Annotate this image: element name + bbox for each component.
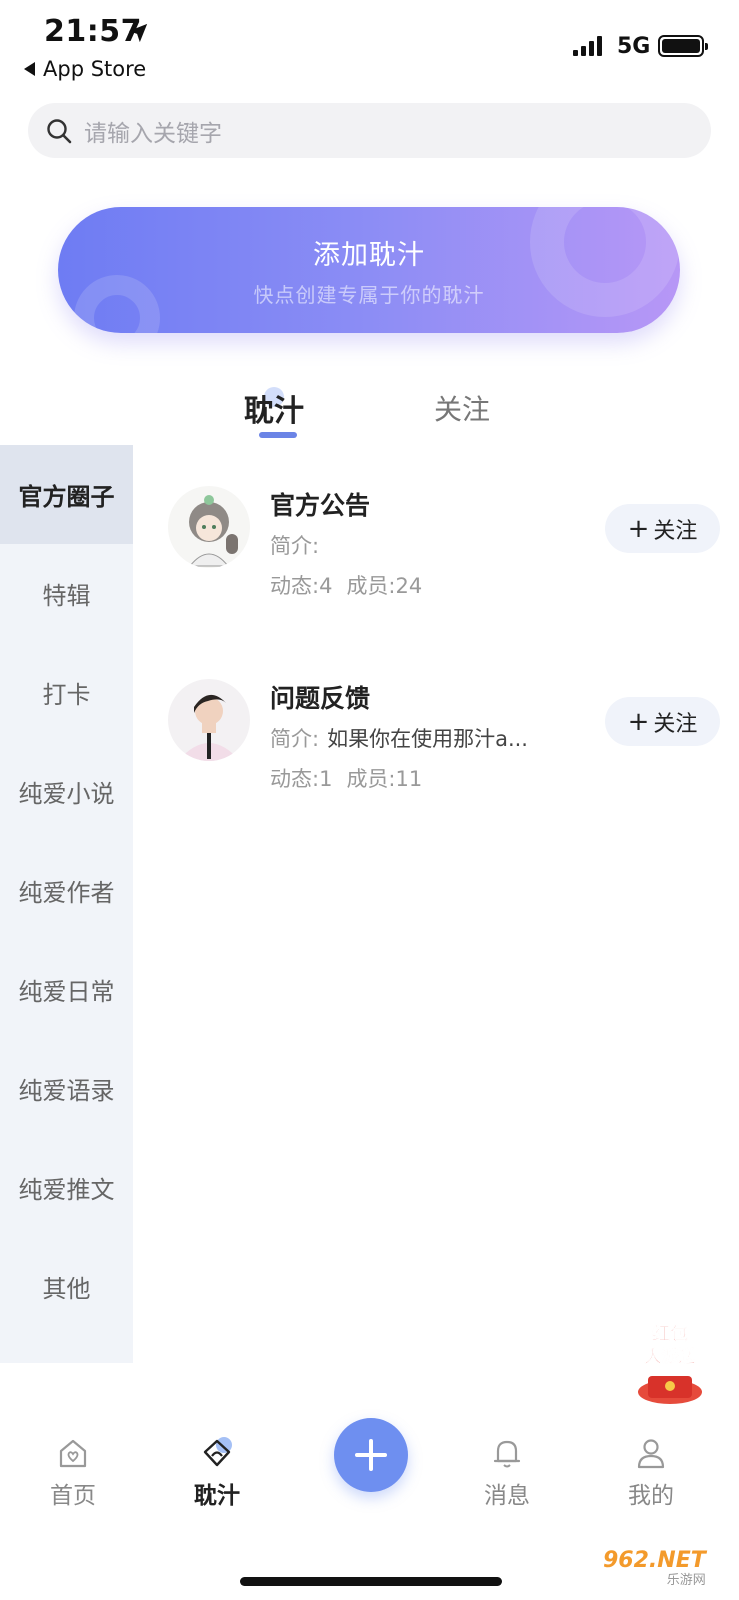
nav-profile-label: 我的 <box>628 1483 674 1509</box>
follow-label: 关注 <box>653 711 698 737</box>
follow-button[interactable]: + 关注 <box>605 697 720 746</box>
add-circle-banner[interactable]: 添加耽汁 快点创建专属于你的耽汁 <box>58 207 680 333</box>
red-packet-line2: 大派送 <box>645 1346 697 1367</box>
nav-home[interactable]: 首页 <box>28 1436 118 1510</box>
nav-messages-label: 消息 <box>484 1483 530 1509</box>
follow-button[interactable]: + 关注 <box>605 504 720 553</box>
plus-icon: + <box>627 706 650 737</box>
watermark-logo: 962.NET 乐游网 <box>603 1548 706 1588</box>
circle-description: 简介: <box>270 530 327 560</box>
members-count: 成员:24 <box>346 574 423 598</box>
sidebar-item-other[interactable]: 其他 <box>0 1237 133 1336</box>
search-bar[interactable]: 请输入关键字 <box>28 103 711 158</box>
description-label: 简介: <box>270 727 320 751</box>
description-label: 简介: <box>270 534 320 558</box>
avatar <box>168 486 250 568</box>
avatar <box>168 679 250 761</box>
home-indicator <box>240 1577 502 1586</box>
circle-description: 简介: 如果你在使用那汁a... <box>270 723 528 753</box>
posts-count: 动态:4 <box>270 574 333 598</box>
search-input[interactable]: 请输入关键字 <box>84 114 222 148</box>
network-type: 5G <box>617 34 651 59</box>
tab-circles[interactable]: 耽汁 <box>244 386 304 430</box>
location-arrow-icon <box>128 23 148 43</box>
tab-active-indicator <box>259 432 297 438</box>
user-icon <box>637 1439 665 1469</box>
circle-title: 问题反馈 <box>270 684 371 713</box>
sidebar-item-official[interactable]: 官方圈子 <box>0 445 133 544</box>
tab-following[interactable]: 关注 <box>434 388 490 428</box>
back-label: App Store <box>43 57 147 81</box>
back-to-app-store[interactable]: App Store <box>24 57 146 81</box>
status-bar: 21:57 App Store 5G <box>0 0 739 95</box>
sidebar-item-daily[interactable]: 纯爱日常 <box>0 940 133 1039</box>
plus-icon <box>355 1439 387 1471</box>
bottom-navigation: 首页 耽汁 消息 我的 <box>0 1418 739 1528</box>
bell-icon <box>493 1440 521 1468</box>
sidebar-item-recommend[interactable]: 纯爱推文 <box>0 1138 133 1237</box>
circle-stats: 动态:1 成员:11 <box>270 763 422 793</box>
description-value: 如果你在使用那汁a... <box>327 727 528 751</box>
circle-list-item[interactable]: 问题反馈 简介: 如果你在使用那汁a... 动态:1 成员:11 + 关注 <box>160 679 720 819</box>
follow-label: 关注 <box>653 518 698 544</box>
nav-profile[interactable]: 我的 <box>606 1436 696 1510</box>
home-icon <box>59 1439 87 1468</box>
back-triangle-icon <box>24 62 35 76</box>
posts-count: 动态:1 <box>270 767 333 791</box>
battery-icon <box>658 35 708 57</box>
category-sidebar: 官方圈子 特辑 打卡 纯爱小说 纯爱作者 纯爱日常 纯爱语录 纯爱推文 其他 <box>0 445 133 1363</box>
nav-circles-label: 耽汁 <box>194 1483 240 1509</box>
circle-stats: 动态:4 成员:24 <box>270 570 422 600</box>
sidebar-item-quotes[interactable]: 纯爱语录 <box>0 1039 133 1138</box>
sidebar-item-authors[interactable]: 纯爱作者 <box>0 841 133 940</box>
signal-icon <box>573 36 602 56</box>
search-icon <box>47 118 72 143</box>
circle-list-item[interactable]: 官方公告 简介: 动态:4 成员:24 + 关注 <box>160 486 720 626</box>
sidebar-item-novels[interactable]: 纯爱小说 <box>0 742 133 841</box>
circle-title: 官方公告 <box>270 491 371 520</box>
banner-subtitle: 快点创建专属于你的耽汁 <box>253 283 485 307</box>
sidebar-item-checkin[interactable]: 打卡 <box>0 643 133 742</box>
circle-nav-icon <box>203 1437 232 1467</box>
nav-home-label: 首页 <box>50 1483 96 1509</box>
members-count: 成员:11 <box>346 767 423 791</box>
banner-title: 添加耽汁 <box>313 240 425 271</box>
nav-messages[interactable]: 消息 <box>462 1436 552 1510</box>
create-post-button[interactable] <box>334 1418 408 1492</box>
sidebar-item-special[interactable]: 特辑 <box>0 544 133 643</box>
red-packet-line1: 红包 <box>652 1323 688 1345</box>
red-packet-promo-icon[interactable]: 红包 大派送 <box>630 1322 710 1406</box>
nav-circles[interactable]: 耽汁 <box>172 1436 262 1510</box>
plus-icon: + <box>627 513 650 544</box>
